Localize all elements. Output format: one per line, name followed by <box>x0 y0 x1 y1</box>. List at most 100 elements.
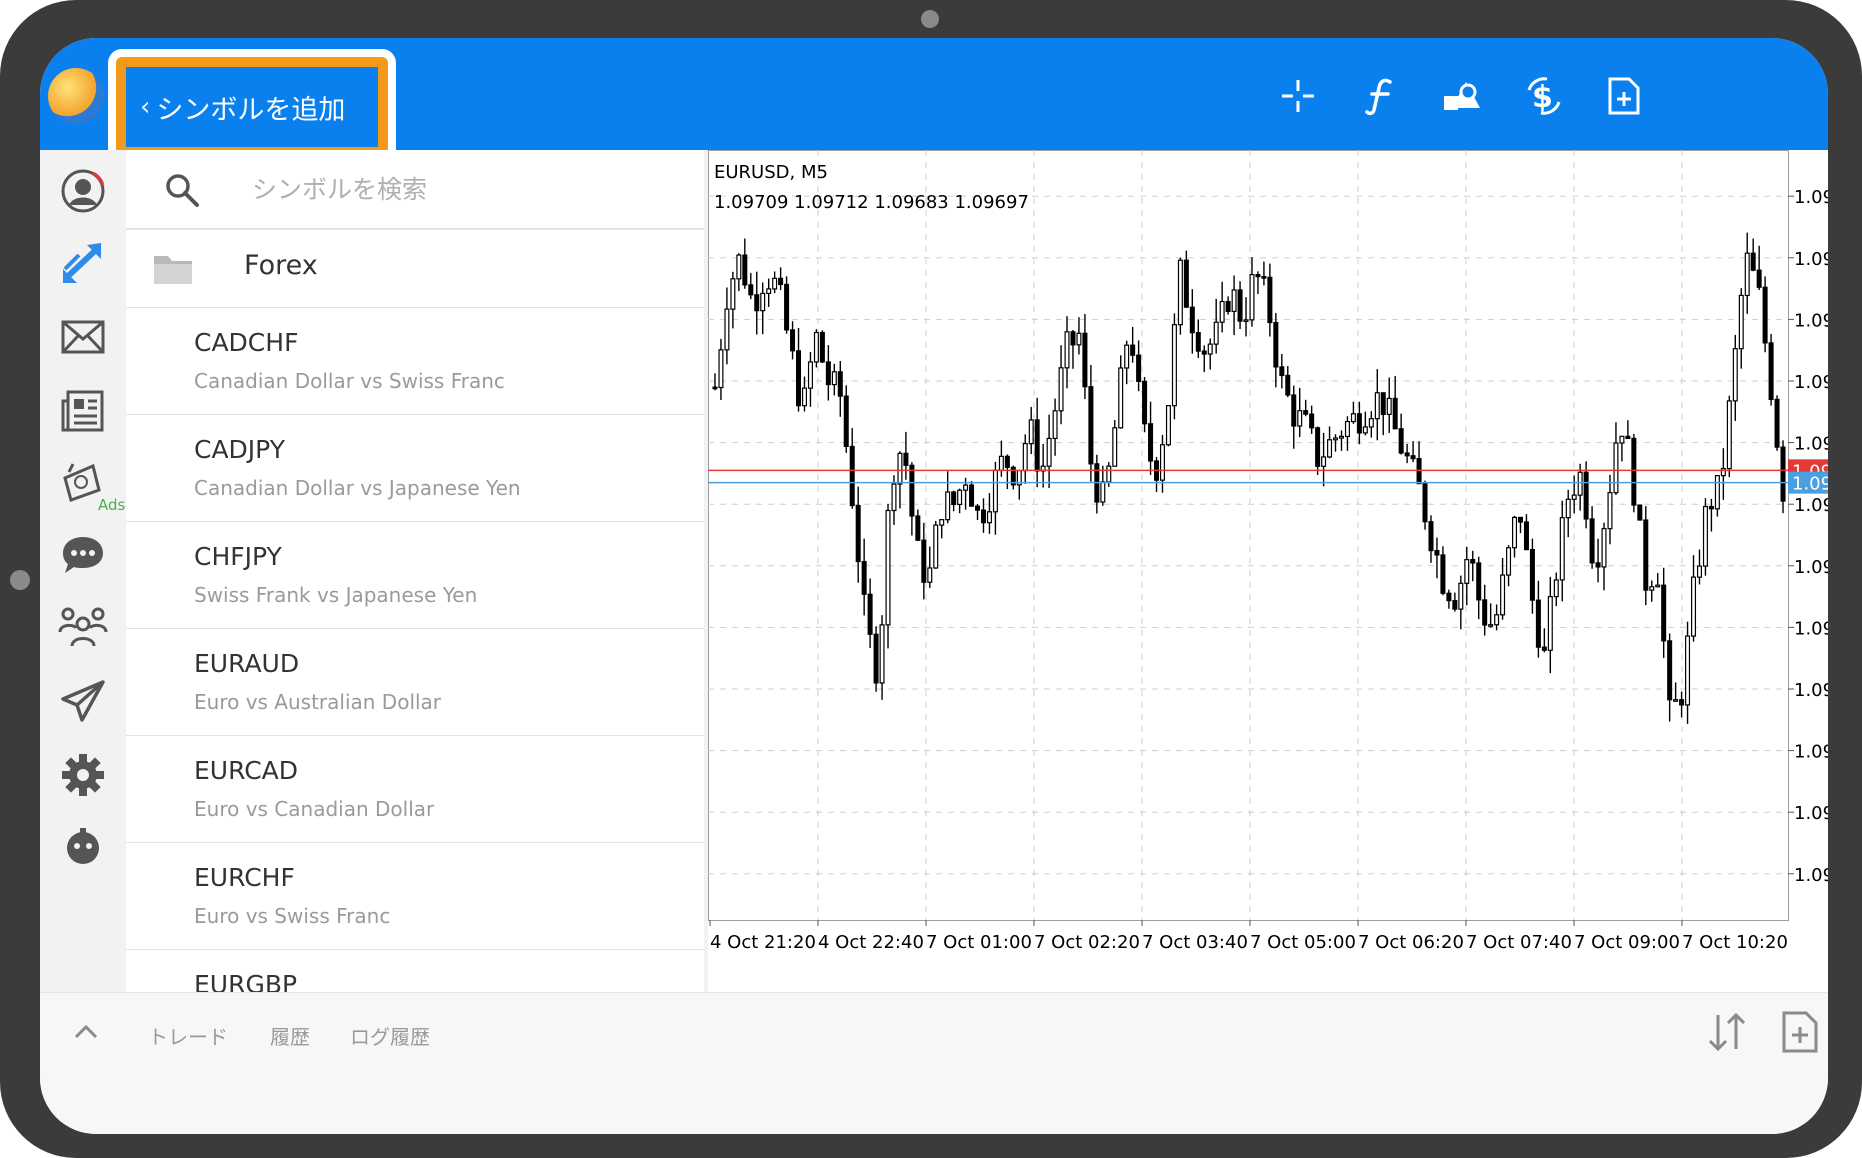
settings-gear-icon[interactable] <box>56 748 110 802</box>
symbol-name: EURGBP <box>194 970 298 992</box>
app-logo <box>48 68 104 124</box>
candle-body <box>772 277 778 290</box>
candle-body <box>1225 300 1231 312</box>
candle-body <box>1362 426 1368 434</box>
telegram-icon[interactable] <box>56 674 110 728</box>
candle-body <box>1237 289 1243 322</box>
candle-body <box>1464 559 1470 584</box>
candle-body <box>1679 699 1685 706</box>
candle-body <box>963 484 969 491</box>
top-bar: ‹ シンボルを追加 $ <box>40 38 1828 157</box>
chevron-up-icon[interactable] <box>66 1011 106 1051</box>
symbol-description: Euro vs Swiss Franc <box>194 904 391 928</box>
symbol-row[interactable]: EURAUD Euro vs Australian Dollar <box>126 629 704 736</box>
candle-body <box>1285 374 1291 396</box>
candle-body <box>1547 595 1553 651</box>
symbol-search-input[interactable] <box>252 164 662 214</box>
candle-body <box>1106 465 1112 483</box>
candle-body <box>1643 519 1649 591</box>
candle-body <box>879 624 885 684</box>
x-tick-label: 4 Oct 21:20 <box>710 932 816 953</box>
folder-row-forex[interactable]: Forex <box>126 230 704 308</box>
symbol-row[interactable]: CHFJPY Swiss Frank vs Japanese Yen <box>126 522 704 629</box>
ads-icon[interactable]: Ads <box>56 456 125 514</box>
candle-body <box>712 386 718 390</box>
chart-ohlc-label: 1.09709 1.09712 1.09683 1.09697 <box>714 192 1029 213</box>
back-to-add-symbol-button[interactable]: ‹ シンボルを追加 <box>116 57 388 157</box>
new-document-icon[interactable] <box>1602 74 1646 118</box>
candle-body <box>1315 427 1321 467</box>
candle-body <box>1714 475 1720 510</box>
candle-body <box>1494 614 1500 626</box>
quotes-icon[interactable] <box>56 164 110 218</box>
tab-history[interactable]: 履歴 <box>270 1021 310 1050</box>
candle-body <box>1130 344 1136 356</box>
symbol-description: Swiss Frank vs Japanese Yen <box>194 583 478 607</box>
candle-body <box>1028 419 1034 445</box>
function-icon[interactable] <box>1358 74 1402 118</box>
candle-body <box>1762 286 1768 344</box>
candle-body <box>1523 521 1529 551</box>
candle-body <box>1702 505 1708 567</box>
candle-body <box>1691 576 1697 637</box>
mail-icon[interactable] <box>56 310 110 364</box>
candle-body <box>796 350 802 407</box>
price-chart[interactable]: 1.09790 1.09770 1.09750 1.09730 1.09710 1.096… <box>708 150 1828 992</box>
tab-journal[interactable]: ログ履歴 <box>350 1021 430 1050</box>
camera-dot <box>921 10 939 28</box>
chart-symbol-label: EURUSD, M5 <box>714 162 828 183</box>
symbol-row[interactable]: CADJPY Canadian Dollar vs Japanese Yen <box>126 415 704 522</box>
symbol-row[interactable]: EURCHF Euro vs Swiss Franc <box>126 843 704 950</box>
candle-body <box>1380 392 1386 415</box>
candle-body <box>1392 397 1398 430</box>
candle-body <box>1327 439 1333 458</box>
symbol-row[interactable]: EURGBP <box>126 950 704 992</box>
candle-body <box>933 524 939 569</box>
candle-body <box>897 452 903 485</box>
candle-body <box>825 361 831 386</box>
symbol-row[interactable]: EURCAD Euro vs Canadian Dollar <box>126 736 704 843</box>
candle-body <box>748 284 754 296</box>
symbol-panel: Forex CADCHF Canadian Dollar vs Swiss Fr… <box>126 150 704 992</box>
robot-icon[interactable] <box>56 822 110 876</box>
candle-body <box>1583 471 1589 520</box>
candle-body <box>951 491 957 506</box>
new-order-icon[interactable]: $ <box>1522 74 1566 118</box>
candle-body <box>1303 410 1309 415</box>
candle-body <box>1685 635 1691 706</box>
candle-body <box>1201 350 1207 355</box>
candle-body <box>1034 419 1040 472</box>
candle-body <box>1142 380 1148 425</box>
candle-body <box>1631 437 1637 506</box>
candle-body <box>1124 344 1130 369</box>
candle-body <box>849 445 855 507</box>
symbol-description: Euro vs Australian Dollar <box>194 690 442 714</box>
candle-body <box>921 539 927 583</box>
candle-body <box>1022 443 1028 472</box>
tab-trade[interactable]: トレード <box>148 1021 228 1050</box>
chat-icon[interactable] <box>56 528 110 582</box>
candle-body <box>1243 319 1249 322</box>
candle-body <box>819 331 825 363</box>
candle-body <box>1470 559 1476 564</box>
candle-body <box>980 509 986 524</box>
news-icon[interactable] <box>56 384 110 438</box>
new-order-bottom-icon[interactable] <box>1780 1009 1820 1055</box>
candlestick-chart[interactable]: 1.09790 1.09770 1.09750 1.09730 1.09710 1.096… <box>708 150 1828 992</box>
symbol-description: Canadian Dollar vs Japanese Yen <box>194 476 521 500</box>
crosshair-icon[interactable] <box>1276 74 1320 118</box>
candle-body <box>736 254 742 280</box>
symbol-row[interactable]: CADCHF Canadian Dollar vs Swiss Franc <box>126 308 704 415</box>
candle-body <box>1338 435 1344 439</box>
candle-body <box>1368 418 1374 428</box>
candle-body <box>1428 521 1434 552</box>
trade-chart-icon[interactable] <box>56 236 110 290</box>
sort-icon[interactable] <box>1704 1009 1750 1055</box>
candle-body <box>1249 274 1255 321</box>
objects-icon[interactable] <box>1440 74 1484 118</box>
candle-body <box>1112 427 1118 467</box>
community-icon[interactable] <box>56 600 110 654</box>
candle-body <box>1344 420 1350 438</box>
symbol-name: CADCHF <box>194 328 299 357</box>
candle-body <box>1356 413 1362 434</box>
